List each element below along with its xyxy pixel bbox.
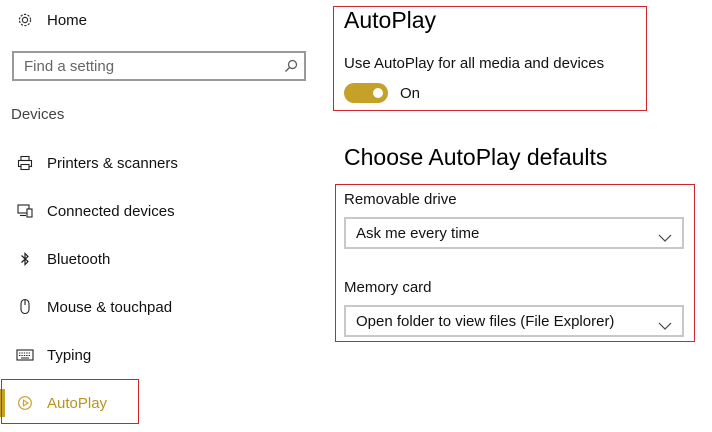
search-icon[interactable] [284, 59, 298, 73]
sidebar-item-connected-devices[interactable]: Connected devices [0, 191, 330, 231]
sidebar-item-label: Mouse & touchpad [47, 298, 173, 316]
mouse-icon [16, 298, 34, 316]
keyboard-icon [16, 346, 34, 364]
gear-icon [16, 11, 34, 29]
section-title: Devices [11, 106, 65, 123]
highlight-box-autoplay-nav [1, 379, 139, 424]
connected-devices-icon [16, 202, 34, 220]
defaults-title: Choose AutoPlay defaults [344, 144, 608, 170]
bluetooth-icon [16, 250, 34, 268]
sidebar-item-label: Printers & scanners [47, 154, 178, 172]
printer-icon [16, 154, 34, 172]
home-label: Home [47, 11, 88, 29]
search-box[interactable] [12, 51, 306, 81]
sidebar-item-printers[interactable]: Printers & scanners [0, 143, 330, 183]
sidebar-item-bluetooth[interactable]: Bluetooth [0, 239, 330, 279]
sidebar-item-mouse[interactable]: Mouse & touchpad [0, 287, 330, 327]
highlight-box-autoplay-defaults [335, 184, 695, 342]
nav-home[interactable]: Home [0, 0, 330, 40]
sidebar-item-label: Typing [47, 346, 92, 364]
highlight-box-autoplay-toggle [333, 6, 647, 111]
search-input[interactable] [14, 53, 284, 79]
sidebar-item-typing[interactable]: Typing [0, 335, 330, 375]
sidebar-item-label: Connected devices [47, 202, 175, 220]
sidebar-item-label: Bluetooth [47, 250, 111, 268]
